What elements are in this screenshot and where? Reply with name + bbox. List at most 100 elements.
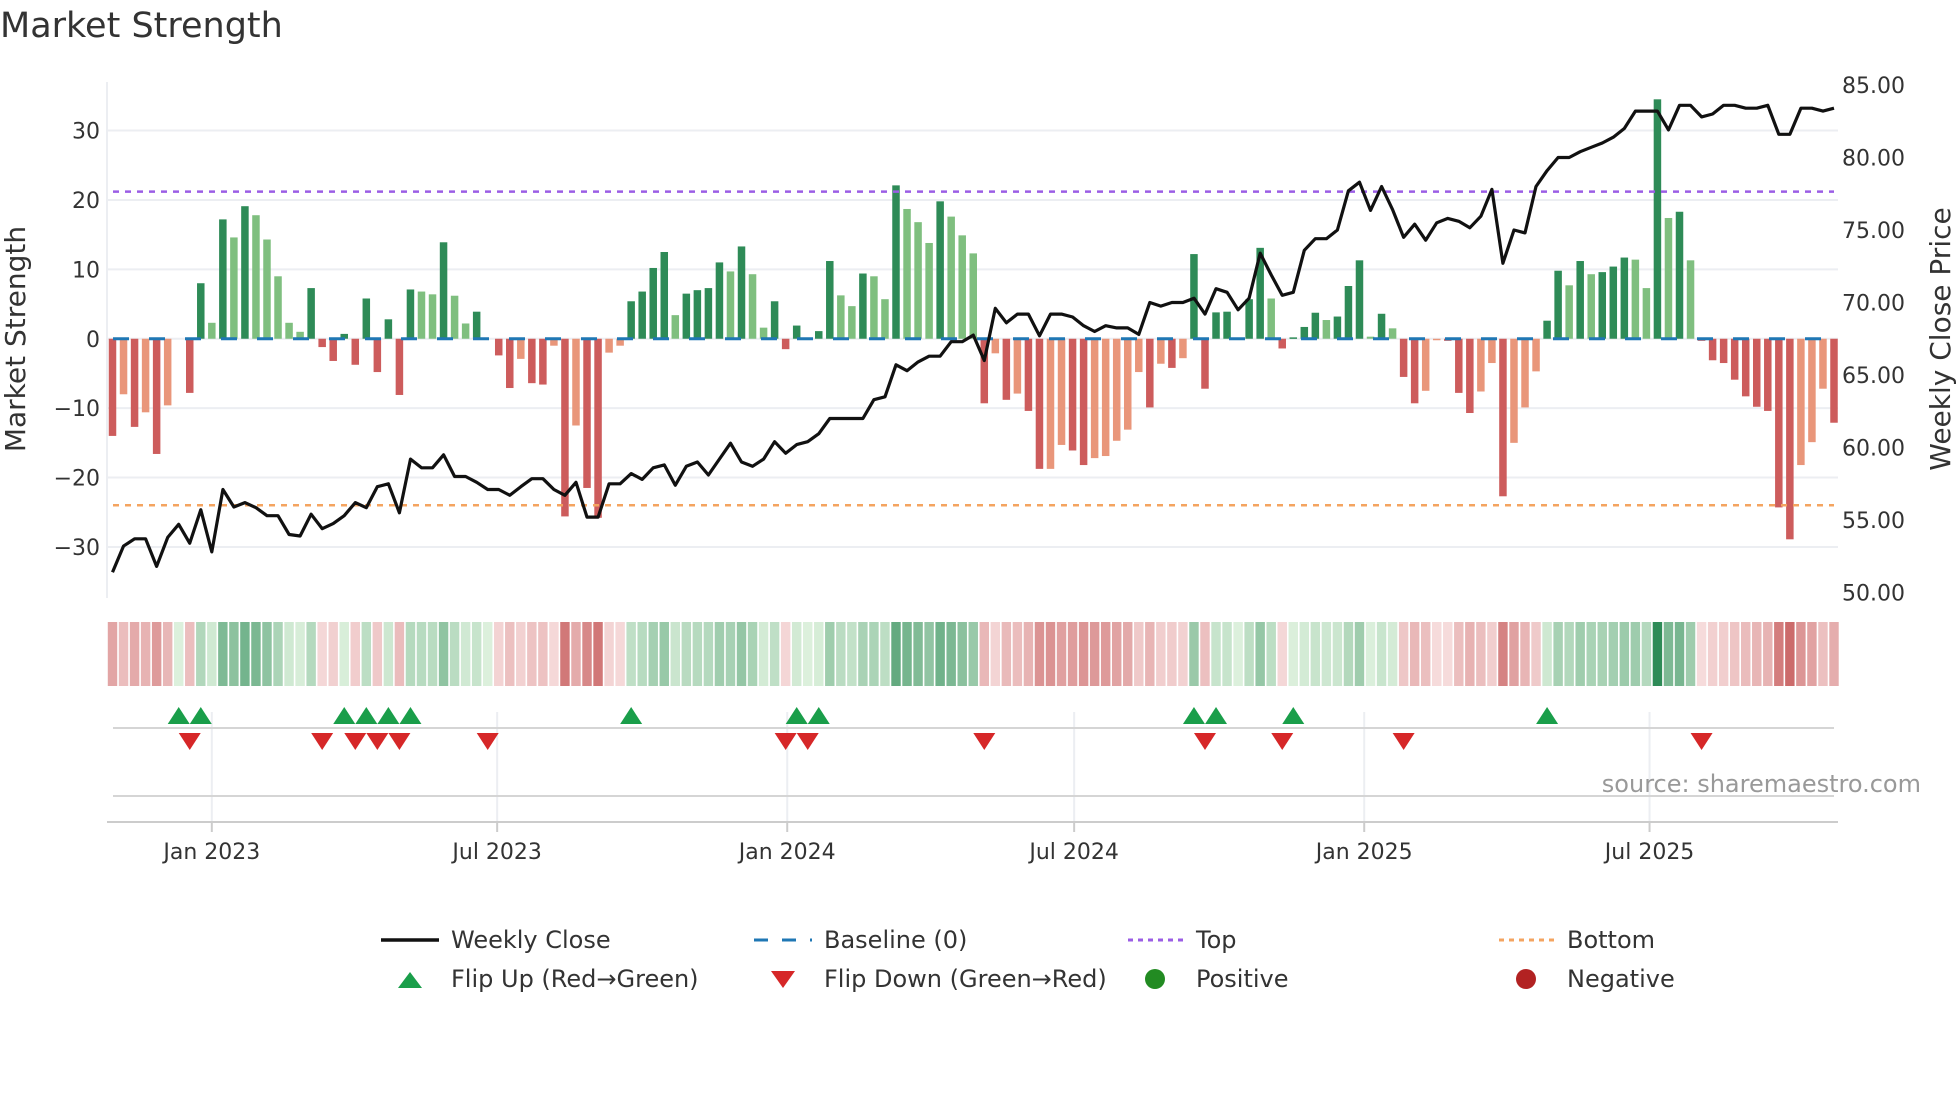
heat-cell bbox=[968, 622, 978, 686]
strength-bar bbox=[1146, 338, 1154, 408]
flip-down-marker bbox=[366, 733, 389, 750]
y-tick-label: −30 bbox=[54, 536, 100, 561]
legend-negative-icon bbox=[1516, 969, 1536, 989]
heat-cell bbox=[129, 622, 140, 686]
strength-bar bbox=[1797, 338, 1805, 466]
heat-cell bbox=[1277, 622, 1287, 686]
y-tick-label: 30 bbox=[72, 120, 100, 145]
heat-cell bbox=[118, 622, 129, 686]
legend-item-flip-down[interactable]: Flip Down (Green→Red) bbox=[754, 964, 1107, 994]
heat-cell bbox=[593, 622, 603, 686]
heat-cell bbox=[273, 622, 283, 686]
y-tick-label: −20 bbox=[54, 467, 100, 492]
strength-bar bbox=[1421, 338, 1430, 391]
heat-cell bbox=[1553, 622, 1563, 686]
market-strength-chart: −30 −20 −10 0 10 20 30 50.00 55.00 60.00 65.00 70.0… bbox=[0, 74, 1957, 865]
heat-cell bbox=[825, 622, 835, 686]
y2-tick-label: 70.00 bbox=[1842, 292, 1905, 317]
heat-cell bbox=[604, 622, 614, 686]
heat-cell bbox=[1244, 622, 1254, 686]
strength-bar bbox=[141, 338, 150, 413]
flip-up-marker bbox=[1182, 707, 1205, 724]
heat-cell bbox=[383, 622, 394, 686]
heat-cell bbox=[505, 622, 515, 686]
heat-cell bbox=[979, 622, 990, 686]
heat-cell bbox=[549, 622, 559, 686]
heat-cell bbox=[1807, 622, 1817, 686]
heat-cell bbox=[1178, 622, 1188, 686]
heat-cell bbox=[1310, 622, 1321, 686]
strength-bar bbox=[395, 338, 404, 395]
strength-bar bbox=[1730, 338, 1739, 380]
heat-cell bbox=[218, 622, 228, 686]
strength-bar bbox=[1609, 266, 1618, 339]
legend-item-bottom[interactable]: Bottom bbox=[1497, 925, 1655, 955]
heat-cell bbox=[1343, 622, 1354, 686]
x-tick-label: Jan 2025 bbox=[1314, 840, 1413, 865]
x-tick-label: Jul 2025 bbox=[1603, 840, 1695, 865]
legend-item-flip-up[interactable]: Flip Up (Red→Green) bbox=[381, 964, 699, 994]
strength-bar bbox=[1819, 338, 1827, 389]
heat-cell bbox=[1409, 622, 1420, 686]
strength-bar bbox=[1565, 285, 1573, 339]
strength-bar bbox=[781, 338, 790, 350]
heat-cell bbox=[1696, 622, 1707, 686]
heat-cell bbox=[1674, 622, 1685, 686]
heat-cell bbox=[1520, 622, 1530, 686]
heat-cell bbox=[427, 622, 438, 686]
heat-cell bbox=[1299, 622, 1310, 686]
strength-bar bbox=[1620, 257, 1629, 339]
strength-bar bbox=[539, 338, 547, 385]
legend-item-close[interactable]: Weekly Close bbox=[381, 925, 611, 955]
strength-bar bbox=[1123, 338, 1132, 430]
legend-positive-icon bbox=[1145, 969, 1165, 989]
strength-bar bbox=[770, 301, 779, 339]
heat-cell bbox=[858, 622, 868, 686]
legend-label: Top bbox=[1196, 926, 1237, 954]
legend-item-negative[interactable]: Negative bbox=[1497, 964, 1675, 994]
heat-cell bbox=[1233, 622, 1243, 686]
strength-bar bbox=[737, 246, 746, 339]
heat-cell bbox=[1564, 622, 1574, 686]
strength-bar bbox=[848, 306, 856, 339]
heat-cell bbox=[1641, 622, 1652, 686]
strength-bar bbox=[1168, 338, 1176, 368]
heat-cell bbox=[814, 622, 824, 686]
strength-bar bbox=[638, 291, 646, 339]
strength-bar bbox=[1499, 338, 1507, 497]
strength-bar bbox=[1002, 338, 1011, 400]
strength-bar bbox=[649, 267, 657, 339]
strength-bar bbox=[1245, 299, 1253, 339]
heat-cell bbox=[1752, 622, 1762, 686]
strength-bar bbox=[1013, 338, 1022, 394]
heat-cell bbox=[725, 622, 736, 686]
legend-item-baseline[interactable]: Baseline (0) bbox=[754, 925, 967, 955]
strength-bar bbox=[1466, 338, 1474, 414]
strength-bar bbox=[1322, 320, 1331, 339]
heat-cell bbox=[1089, 622, 1100, 686]
strength-bar bbox=[870, 276, 878, 339]
strength-bar bbox=[748, 274, 757, 339]
strength-bar bbox=[1035, 338, 1044, 469]
y2-tick-label: 55.00 bbox=[1842, 509, 1905, 534]
strength-bar bbox=[1190, 254, 1198, 339]
heat-cell bbox=[527, 622, 537, 686]
strength-bar bbox=[1775, 338, 1783, 508]
strength-bar bbox=[605, 338, 613, 353]
heat-cell bbox=[1718, 622, 1729, 686]
y-tick-label: 20 bbox=[72, 189, 100, 214]
heat-cell bbox=[1387, 622, 1398, 686]
heat-cell bbox=[251, 622, 261, 686]
flip-down-marker bbox=[311, 733, 334, 750]
legend-item-top[interactable]: Top bbox=[1126, 925, 1237, 955]
legend-item-positive[interactable]: Positive bbox=[1126, 964, 1289, 994]
heat-cell bbox=[957, 622, 967, 686]
strength-bar bbox=[1808, 338, 1816, 443]
heat-cell bbox=[1829, 622, 1839, 686]
reference-lines bbox=[113, 190, 1834, 507]
flip-down-marker bbox=[1690, 733, 1713, 750]
heat-cell bbox=[791, 622, 802, 686]
strength-bar bbox=[274, 276, 282, 339]
heat-cell bbox=[1056, 622, 1067, 686]
strength-bar bbox=[715, 262, 724, 339]
